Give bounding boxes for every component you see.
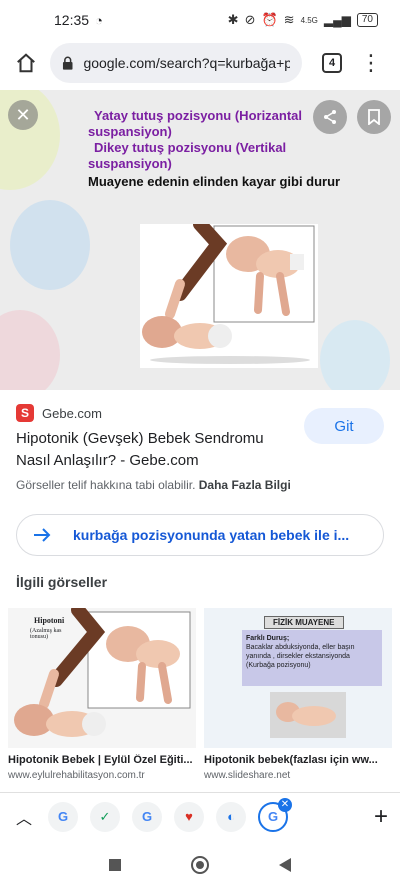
tab-strip: ︿ G ✓ G ♥ ◐ G ✕ + bbox=[0, 792, 400, 840]
tab-chip-3[interactable]: G bbox=[132, 801, 162, 832]
status-time: 12:35 bbox=[54, 12, 90, 28]
thumb-1-baby bbox=[14, 608, 191, 737]
related-image-title-1: Hipotonik Bebek | Eylül Özel Eğiti... bbox=[8, 754, 193, 766]
tab-chip-4[interactable]: ♥ bbox=[174, 801, 204, 832]
tab-chip-1[interactable]: G bbox=[48, 801, 78, 832]
system-nav-bar bbox=[0, 842, 400, 888]
related-image-domain-2: www.slideshare.net bbox=[204, 770, 291, 781]
image-text-line-5: Muayene edenin elinden kayar gibi durur bbox=[88, 174, 341, 189]
home-nav-icon[interactable] bbox=[191, 856, 209, 874]
status-bar: 12:35 ◔ ✱ ⊘ ⏰ ≋ 4.5G ▂▄▆ 70 bbox=[0, 0, 400, 40]
active-tab-favicon: G bbox=[267, 809, 279, 824]
related-search-text: kurbağa pozisyonunda yatan bebek ile i..… bbox=[73, 527, 350, 543]
home-icon bbox=[17, 53, 35, 73]
tab-chip-5[interactable]: ◐ bbox=[216, 801, 246, 832]
related-image-card-2[interactable]: FİZİK MUAYENE Farklı Duruş; Bacaklar abd… bbox=[204, 608, 392, 784]
arrow-right-icon bbox=[34, 528, 51, 542]
tab-switcher-button[interactable]: 4 bbox=[322, 53, 342, 73]
related-image-thumb-1: Hipotoni (Azalmış kas tonusu) bbox=[8, 608, 196, 748]
result-title[interactable]: Hipotonik (Gevşek) Bebek Sendromu Nasıl … bbox=[16, 428, 296, 472]
related-image-thumb-2: FİZİK MUAYENE Farklı Duruş; Bacaklar abd… bbox=[204, 608, 392, 748]
address-bar[interactable]: google.com/search?q=kurbağa+po bbox=[50, 43, 302, 83]
recents-icon[interactable] bbox=[109, 859, 121, 871]
close-viewer-button[interactable]: ✕ bbox=[8, 100, 38, 130]
bookmark-icon bbox=[368, 109, 380, 125]
tab-chip-2[interactable]: ✓ bbox=[90, 801, 120, 832]
copyright-text: Görseller telif hakkına tabi olabilir. bbox=[16, 478, 196, 492]
close-tab-icon[interactable]: ✕ bbox=[278, 797, 292, 812]
bluetooth-icon: ✱ bbox=[227, 12, 239, 27]
source-row[interactable]: S Gebe.com bbox=[16, 404, 102, 422]
new-tab-button[interactable]: + bbox=[374, 803, 388, 831]
lock-icon bbox=[62, 56, 73, 70]
baby-illustration bbox=[142, 217, 315, 364]
image-text-line-4: suspansiyon) bbox=[88, 156, 172, 171]
baby-photo bbox=[140, 217, 318, 368]
thumb-2-baby bbox=[270, 692, 346, 738]
battery-icon: 70 bbox=[356, 13, 378, 27]
visit-button[interactable]: Git bbox=[304, 408, 384, 444]
source-name: Gebe.com bbox=[42, 405, 102, 421]
related-search-chip[interactable]: kurbağa pozisyonunda yatan bebek ile i..… bbox=[16, 514, 384, 556]
gebe-favicon-icon: S bbox=[16, 404, 34, 422]
tab-chip-active[interactable]: G ✕ bbox=[258, 797, 292, 832]
related-image-domain-1: www.eylulrehabilitasyon.com.tr bbox=[8, 770, 145, 781]
learn-more-link[interactable]: Daha Fazla Bilgi bbox=[199, 478, 291, 492]
close-icon: ✕ bbox=[15, 104, 31, 125]
image-text-line-2: suspansiyon) bbox=[88, 124, 172, 139]
signal-icon: ▂▄▆ bbox=[323, 13, 351, 27]
whatsapp-icon: ◔ bbox=[95, 12, 103, 28]
expand-tabs-button[interactable]: ︿ bbox=[12, 805, 36, 829]
share-button[interactable] bbox=[313, 100, 347, 134]
image-text-line-3: Dikey tutuş pozisyonu (Vertikal bbox=[94, 140, 287, 155]
related-image-card-1[interactable]: Hipotoni (Azalmış kas tonusu) Hipotonik … bbox=[8, 608, 196, 784]
menu-icon[interactable]: ⋮ bbox=[360, 52, 382, 74]
browser-toolbar: google.com/search?q=kurbağa+po 4 ⋮ bbox=[0, 40, 400, 86]
related-image-title-2: Hipotonik bebek(fazlası için ww... bbox=[204, 754, 378, 766]
share-icon bbox=[324, 110, 336, 124]
home-button[interactable] bbox=[2, 41, 50, 85]
url-text: google.com/search?q=kurbağa+po bbox=[83, 55, 290, 71]
copyright-notice: Görseller telif hakkına tabi olabilir. D… bbox=[16, 478, 291, 492]
save-button[interactable] bbox=[357, 100, 391, 134]
image-text-line-1: Yatay tutuş pozisyonu (Horizantal bbox=[94, 108, 303, 123]
mute-icon: ⊘ bbox=[244, 12, 256, 27]
image-viewer[interactable]: ✕ Yatay tutuş pozisyonu (Horizantal susp… bbox=[0, 90, 400, 390]
alarm-icon: ⏰ bbox=[261, 12, 278, 27]
wifi-icon: ≋ bbox=[283, 12, 295, 27]
network-type: 4.5G bbox=[300, 15, 318, 25]
back-icon[interactable] bbox=[279, 858, 291, 872]
related-images-heading: İlgili görseller bbox=[16, 574, 108, 590]
